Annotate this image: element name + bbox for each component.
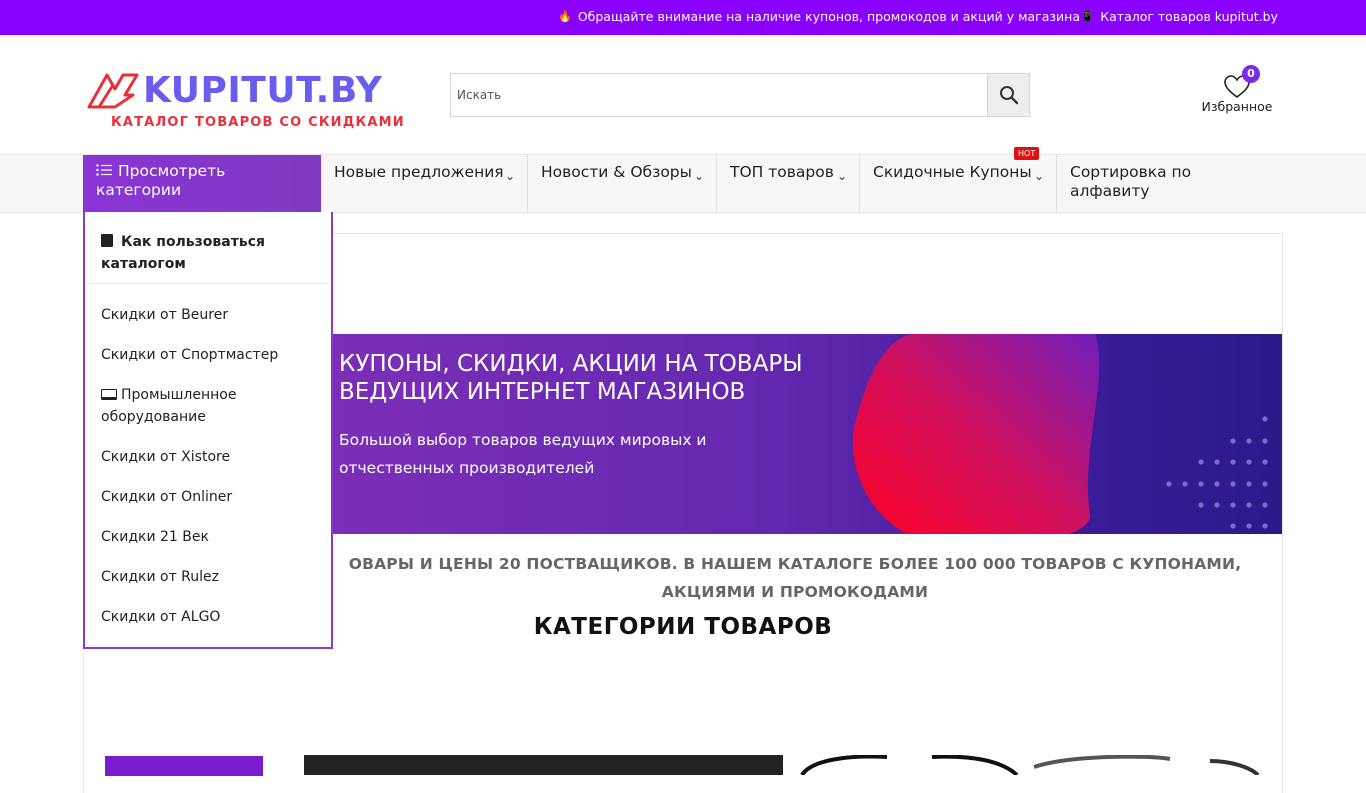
favorites-link[interactable]: 0 Избранное — [1196, 65, 1278, 117]
category-thumbnail[interactable] — [792, 755, 1022, 775]
nav-item-label: Новые предложения — [334, 163, 504, 181]
chevron-down-icon: ⌄ — [1033, 169, 1044, 183]
nav-item-alphabetical[interactable]: Сортировка по алфавиту — [1057, 155, 1257, 213]
browse-categories-label: Просмотреть категории — [96, 162, 226, 199]
phone-icon: 📱 — [1080, 10, 1095, 23]
dropdown-item-label: Скидки 21 Век — [101, 529, 209, 545]
categories-dropdown: Как пользоваться каталогом Скидки от Beu… — [83, 212, 333, 649]
dropdown-item-xistore[interactable]: Скидки от Xistore — [101, 446, 321, 468]
nav-item-label: Новости & Обзоры — [541, 163, 692, 181]
dropdown-item-beurer[interactable]: Скидки от Beurer — [101, 304, 321, 326]
laptop-icon — [101, 389, 117, 400]
dropdown-item-label: Скидки от Onliner — [101, 489, 233, 505]
topbar-notice-text: Обращайте внимание на наличие купонов, п… — [577, 9, 1080, 24]
site-logo[interactable]: KUPITUT.BY КАТАЛОГ ТОВАРОВ СО СКИДКАМИ — [85, 71, 405, 131]
dropdown-item-21vek[interactable]: Скидки 21 Век — [101, 526, 321, 548]
book-icon — [101, 234, 113, 247]
logo-tagline: КАТАЛОГ ТОВАРОВ СО СКИДКАМИ — [111, 115, 405, 130]
nav-item-new-offers[interactable]: Новые предложения ⌄ — [321, 155, 528, 213]
dropdown-item-sportmaster[interactable]: Скидки от Спортмастер — [101, 344, 321, 366]
dropdown-item-label: Скидки от ALGO — [101, 609, 221, 625]
dropdown-item-industrial[interactable]: Промышленное оборудование — [101, 384, 321, 428]
search-bar — [450, 73, 1030, 117]
category-thumbnail[interactable] — [105, 756, 263, 776]
fire-icon: 🔥 — [558, 10, 572, 23]
how-to-use-link[interactable]: Как пользоваться каталогом — [85, 212, 331, 284]
search-input[interactable] — [451, 74, 987, 116]
search-icon — [999, 86, 1018, 105]
dropdown-item-label: Скидки от Beurer — [101, 307, 229, 323]
topbar-catalog-text: Каталог товаров kupitut.by — [1100, 9, 1278, 24]
favorites-label: Избранное — [1201, 99, 1273, 114]
category-thumbnail[interactable] — [1030, 755, 1260, 775]
nav-item-label: Скидочные Купоны — [873, 163, 1032, 181]
logo-mark-icon — [87, 73, 139, 109]
browse-categories-button[interactable]: Просмотреть категории — [83, 155, 321, 213]
search-button[interactable] — [987, 74, 1029, 116]
chevron-down-icon: ⌄ — [504, 169, 515, 183]
nav-item-label: Сортировка по алфавиту — [1070, 163, 1192, 200]
dropdown-item-label: Скидки от Rulez — [101, 569, 220, 585]
topbar-notice: 🔥 Обращайте внимание на наличие купонов,… — [558, 9, 1080, 24]
nav-item-label: ТОП товаров — [730, 163, 834, 181]
promo-banner[interactable]: КУПОНЫ, СКИДКИ, АКЦИИ НА ТОВАРЫ ВЕДУЩИХ … — [320, 334, 1282, 534]
dropdown-item-onliner[interactable]: Скидки от Onliner — [101, 486, 321, 508]
top-bar: 🔥 Обращайте внимание на наличие купонов,… — [0, 0, 1366, 35]
dropdown-item-label: Скидки от Xistore — [101, 449, 231, 465]
banner-subtitle: Большой выбор товаров ведущих мировых и … — [339, 431, 707, 477]
nav-item-top-products[interactable]: ТОП товаров ⌄ — [717, 155, 860, 213]
banner-blob-shape — [852, 334, 1100, 534]
dropdown-item-label: Промышленное оборудование — [101, 387, 237, 425]
dots-pattern-icon — [1166, 416, 1268, 529]
banner-title: КУПОНЫ, СКИДКИ, АКЦИИ НА ТОВАРЫ ВЕДУЩИХ … — [339, 351, 803, 405]
list-icon — [96, 162, 112, 181]
category-thumbnail[interactable] — [304, 755, 783, 775]
hot-badge: HOT — [1014, 147, 1040, 160]
nav-item-news[interactable]: Новости & Обзоры ⌄ — [528, 155, 717, 213]
how-to-use-label: Как пользоваться каталогом — [101, 234, 265, 272]
topbar-catalog-link[interactable]: 📱 Каталог товаров kupitut.by — [1081, 9, 1278, 24]
promo-text: ОВАРЫ И ЦЕНЫ 20 ПОСТВАЩИКОВ. В НАШЕМ КАТ… — [348, 555, 1242, 601]
chevron-down-icon: ⌄ — [836, 169, 847, 183]
dropdown-item-label: Скидки от Спортмастер — [101, 347, 279, 363]
dropdown-item-rulez[interactable]: Скидки от Rulez — [101, 566, 321, 588]
site-header: KUPITUT.BY КАТАЛОГ ТОВАРОВ СО СКИДКАМИ 0… — [0, 35, 1366, 155]
dropdown-item-algo[interactable]: Скидки от ALGO — [101, 606, 321, 628]
main-nav: Просмотреть категории Новые предложения … — [0, 147, 1366, 213]
nav-item-coupons[interactable]: Скидочные Купоны ⌄ — [860, 155, 1057, 213]
favorites-count-badge: 0 — [1242, 65, 1260, 83]
chevron-down-icon: ⌄ — [693, 169, 704, 183]
logo-text: KUPITUT.BY — [143, 70, 383, 111]
